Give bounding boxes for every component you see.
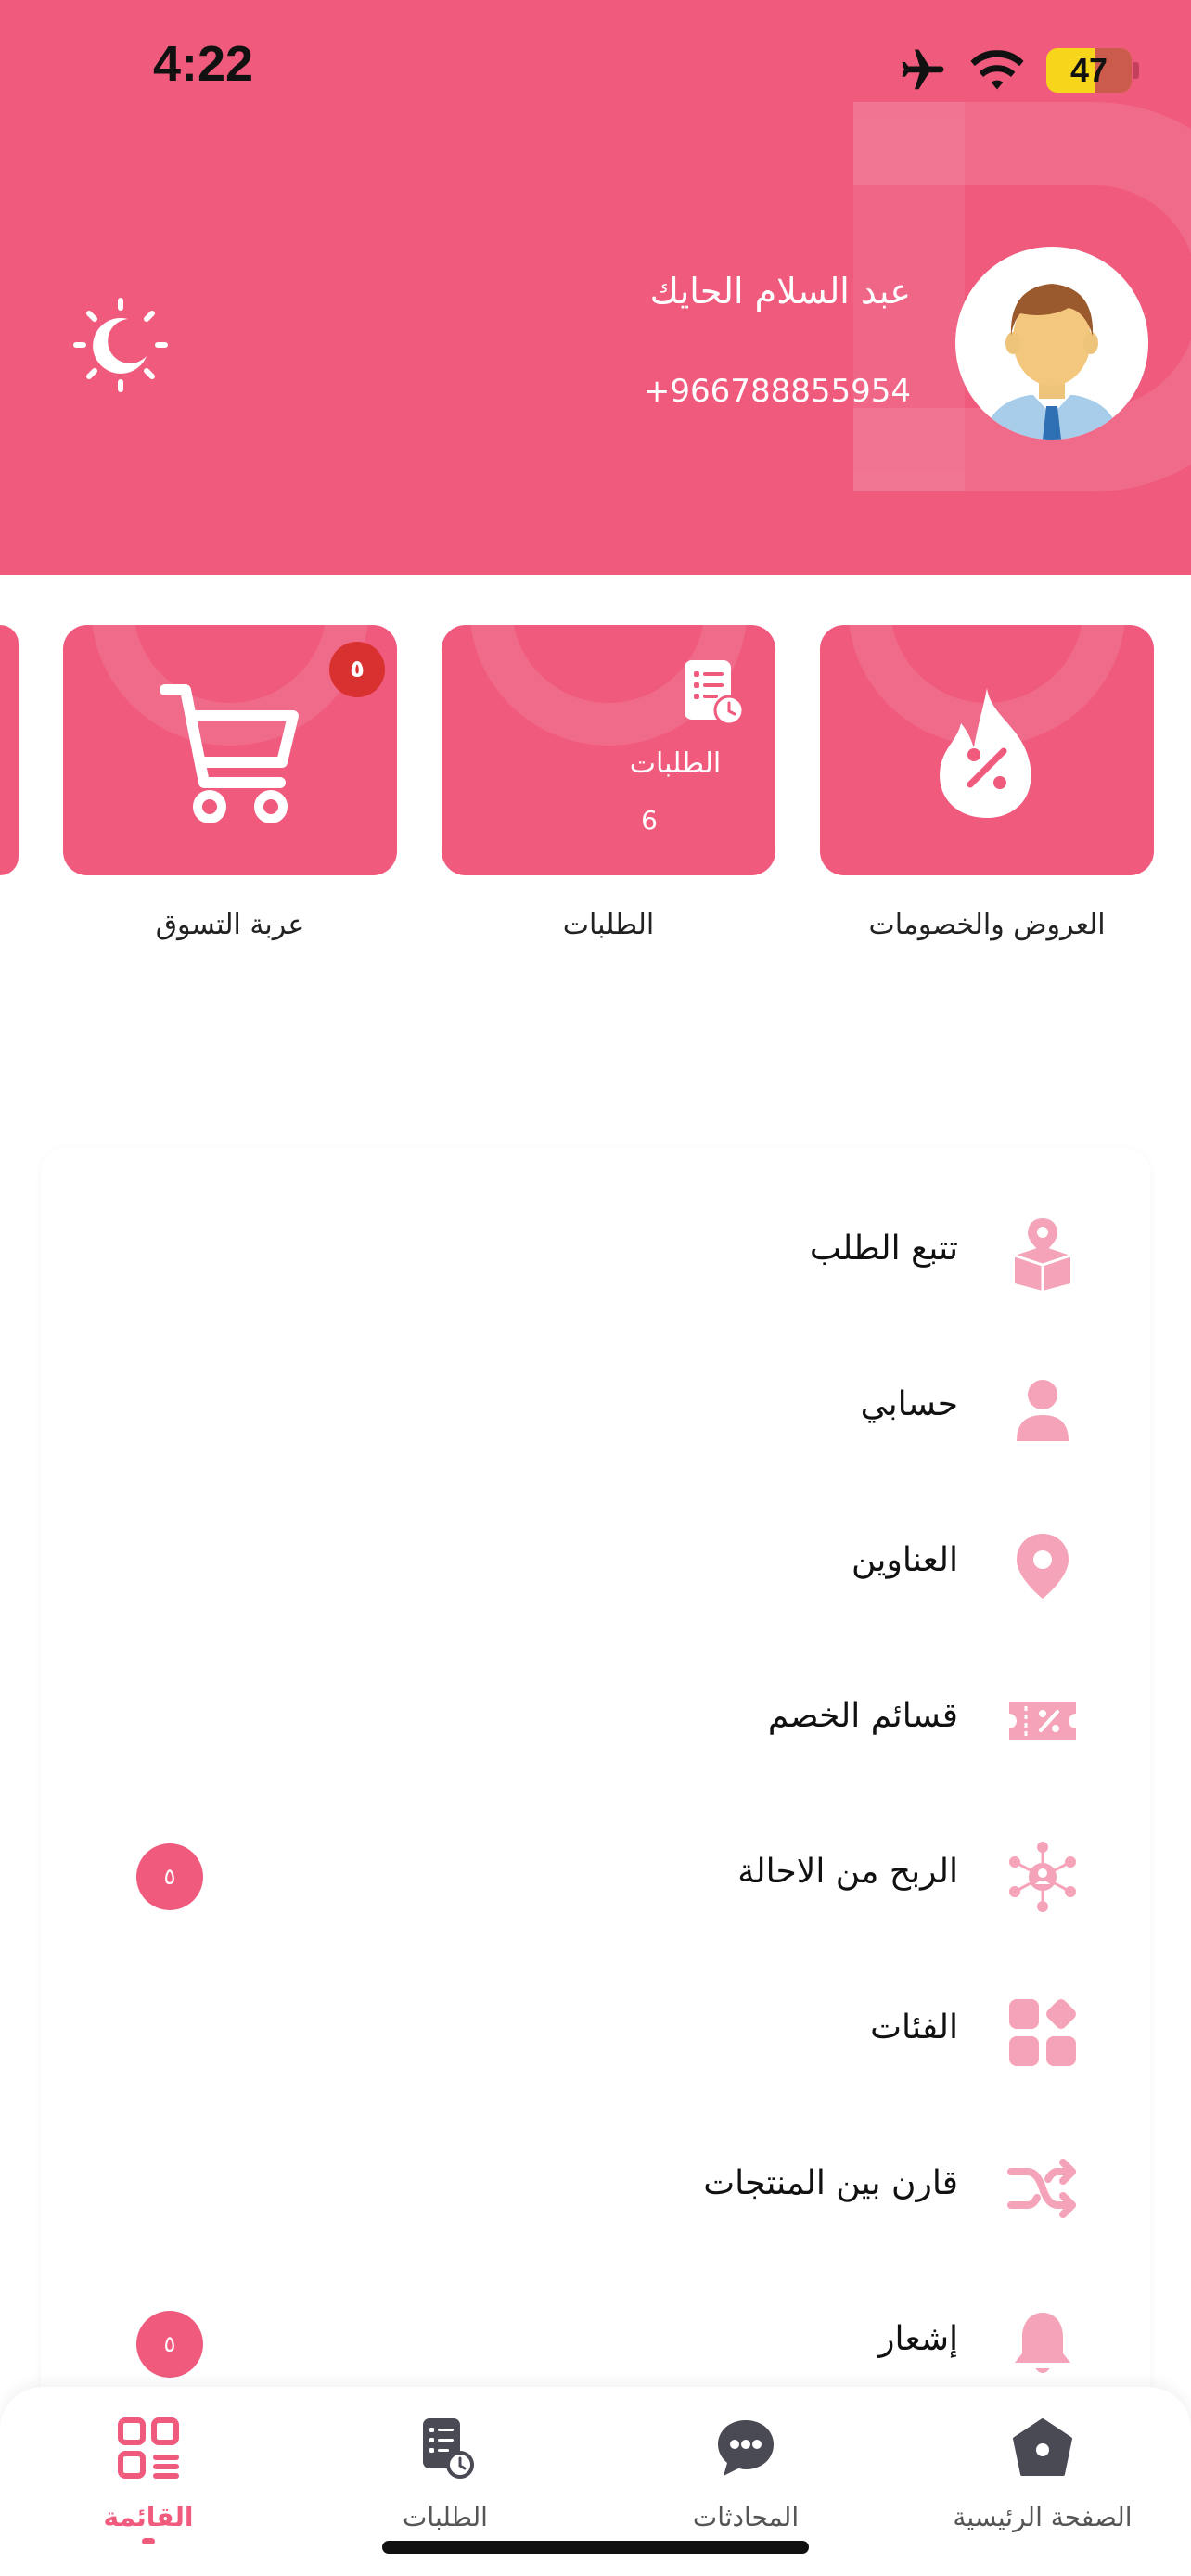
cart-card-label: عربة التسوق bbox=[155, 909, 305, 941]
status-icons: 47 bbox=[898, 43, 1139, 98]
compare-shuffle-icon bbox=[1007, 2159, 1076, 2218]
theme-toggle-button[interactable] bbox=[70, 295, 171, 395]
orders-card-title: الطلبات bbox=[629, 747, 722, 780]
wifi-icon bbox=[970, 50, 1024, 90]
battery-tip bbox=[1133, 62, 1139, 79]
location-pin-icon bbox=[1017, 1534, 1069, 1599]
menu-item-coupons[interactable]: قسائم الخصم bbox=[41, 1643, 1150, 1799]
profile-header: 4:22 47 عبد السلام الحايك +966788855954 bbox=[0, 0, 1191, 575]
track-package-icon bbox=[1014, 1218, 1071, 1291]
nav-tab-label: القائمة bbox=[103, 2502, 194, 2532]
orders-list-icon bbox=[685, 660, 745, 726]
active-indicator bbox=[142, 2538, 155, 2544]
referral-badge: ٥ bbox=[136, 1843, 203, 1910]
menu-grid-icon bbox=[118, 2417, 179, 2479]
user-phone: +966788855954 bbox=[643, 373, 911, 410]
menu-item-referral[interactable]: الربح من الاحالة ٥ bbox=[41, 1799, 1150, 1955]
coupon-icon bbox=[1009, 1702, 1076, 1740]
menu-item-compare[interactable]: قارن بين المنتجات bbox=[41, 2111, 1150, 2266]
nav-tab-label: المحادثات bbox=[692, 2502, 800, 2532]
nav-tab-label: الصفحة الرئيسية bbox=[953, 2502, 1133, 2532]
menu-item-label: قارن بين المنتجات bbox=[703, 2164, 958, 2202]
bell-icon bbox=[1015, 2313, 1070, 2373]
offers-card[interactable] bbox=[820, 625, 1154, 875]
home-icon bbox=[1013, 2418, 1072, 2476]
menu-item-addresses[interactable]: العناوين bbox=[41, 1487, 1150, 1643]
orders-card-count: 6 bbox=[641, 805, 658, 835]
menu-item-label: إشعار bbox=[878, 2320, 958, 2358]
moon-sun-icon bbox=[73, 298, 168, 392]
menu-item-label: تتبع الطلب bbox=[809, 1230, 958, 1268]
status-time: 4:22 bbox=[153, 36, 254, 92]
menu-item-my-account[interactable]: حسابي bbox=[41, 1332, 1150, 1487]
cart-icon bbox=[160, 684, 299, 823]
fire-discount-icon bbox=[940, 688, 1031, 818]
airplane-icon bbox=[902, 49, 944, 90]
battery-level: 47 bbox=[1069, 51, 1108, 89]
home-indicator bbox=[382, 2541, 809, 2554]
categories-grid-icon bbox=[1009, 1999, 1076, 2066]
nav-tab-home[interactable]: الصفحة الرئيسية bbox=[922, 2415, 1163, 2554]
menu-item-label: الربح من الاحالة bbox=[737, 1853, 958, 1891]
menu-item-label: الفئات bbox=[870, 2009, 958, 2047]
menu-item-track-order[interactable]: تتبع الطلب bbox=[41, 1176, 1150, 1332]
nav-tab-chats[interactable]: المحادثات bbox=[625, 2415, 866, 2554]
menu-item-categories[interactable]: الفئات bbox=[41, 1955, 1150, 2111]
card-partial-edge bbox=[0, 625, 19, 875]
menu-item-label: قسائم الخصم bbox=[767, 1697, 958, 1735]
notifications-badge: ٥ bbox=[136, 2311, 203, 2378]
nav-tab-orders[interactable]: الطلبات bbox=[325, 2415, 566, 2554]
orders-card-label: الطلبات bbox=[562, 909, 655, 941]
user-icon bbox=[1017, 1380, 1069, 1441]
chat-bubble-icon bbox=[718, 2420, 774, 2476]
nav-tab-menu[interactable]: القائمة bbox=[28, 2415, 269, 2554]
nav-tab-label: الطلبات bbox=[403, 2502, 488, 2532]
referral-network-icon bbox=[1009, 1842, 1076, 1912]
cart-badge: ٥ bbox=[329, 642, 385, 697]
orders-icon bbox=[423, 2418, 474, 2479]
user-name: عبد السلام الحايك bbox=[649, 271, 911, 312]
avatar[interactable] bbox=[955, 247, 1148, 440]
offers-card-label: العروض والخصومات bbox=[868, 909, 1106, 941]
menu-item-label: حسابي bbox=[860, 1385, 958, 1423]
battery-icon: 47 bbox=[1046, 48, 1132, 93]
menu-item-label: العناوين bbox=[852, 1541, 958, 1579]
user-avatar-illustration bbox=[983, 284, 1121, 440]
